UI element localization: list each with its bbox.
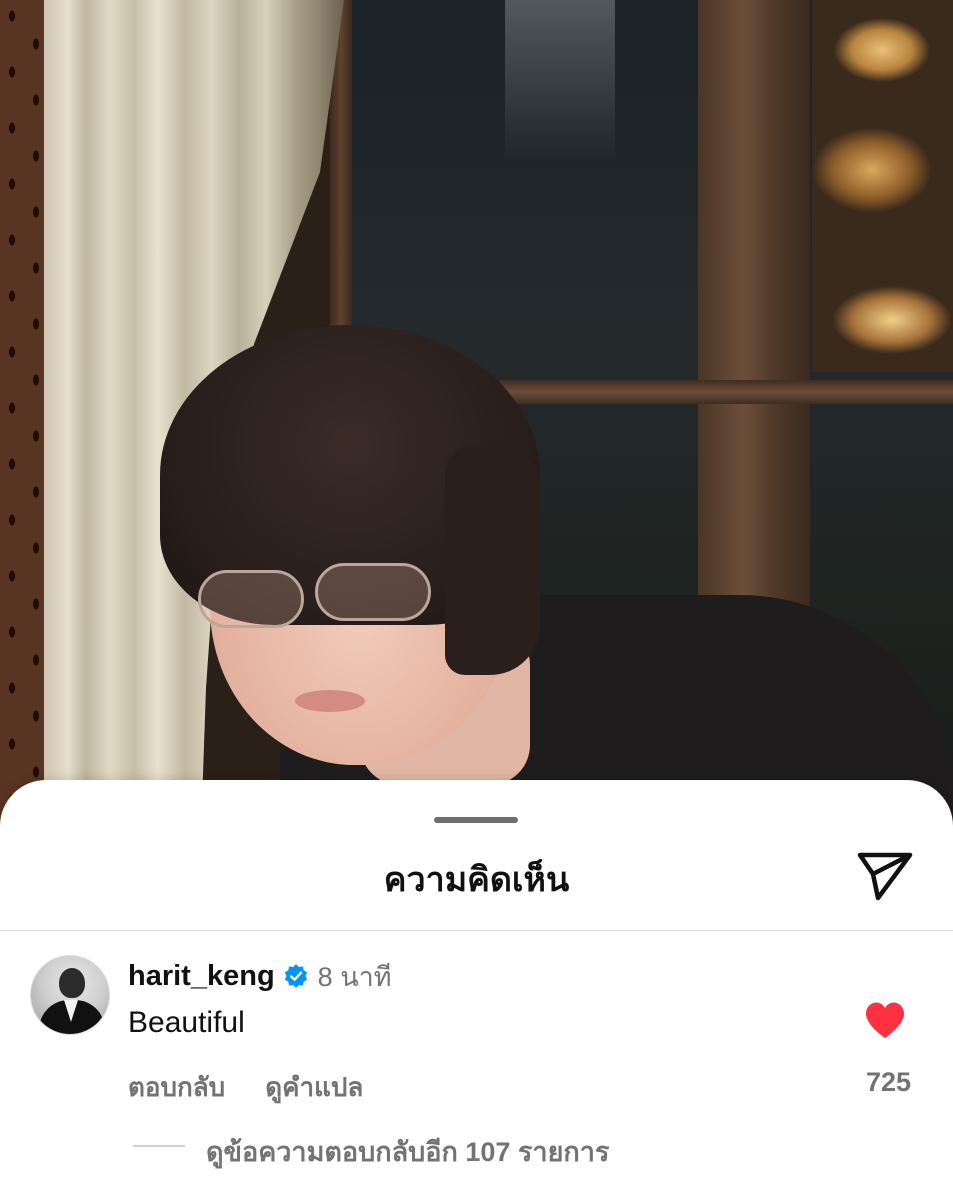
photo-glasses bbox=[315, 563, 431, 621]
like-count: 725 bbox=[865, 1067, 911, 1097]
comments-sheet: ความคิดเห็น harit_keng 8 นาที Beautiful … bbox=[0, 780, 953, 1200]
sheet-divider bbox=[0, 930, 953, 931]
comment-actions: ตอบกลับ ดูคำแปล bbox=[128, 1067, 363, 1108]
replies-divider bbox=[133, 1145, 185, 1147]
comment-text: Beautiful bbox=[128, 1006, 245, 1039]
heart-filled-icon bbox=[866, 1002, 904, 1038]
comments-screen: ความคิดเห็น harit_keng 8 นาที Beautiful … bbox=[0, 0, 953, 1200]
comment-header: harit_keng 8 นาที bbox=[128, 958, 392, 994]
like-button[interactable] bbox=[863, 1000, 907, 1040]
photo-building bbox=[505, 0, 615, 160]
sheet-title: ความคิดเห็น bbox=[383, 861, 570, 899]
avatar-head bbox=[59, 968, 85, 998]
post-photo bbox=[0, 0, 953, 860]
comment-timestamp: 8 นาที bbox=[317, 961, 392, 992]
photo-glasses bbox=[198, 570, 304, 628]
translate-button[interactable]: ดูคำแปล bbox=[265, 1067, 363, 1108]
view-replies-button[interactable]: ดูข้อความตอบกลับอีก 107 รายการ bbox=[206, 1130, 609, 1173]
reply-button[interactable]: ตอบกลับ bbox=[128, 1067, 225, 1108]
paper-plane-icon bbox=[857, 852, 913, 901]
photo-hair bbox=[445, 445, 540, 675]
photo-lips bbox=[295, 690, 365, 712]
comment-username[interactable]: harit_keng bbox=[128, 960, 275, 993]
verified-badge-icon bbox=[284, 964, 307, 988]
photo-lamp bbox=[812, 0, 953, 372]
share-button[interactable] bbox=[852, 846, 918, 906]
avatar[interactable] bbox=[30, 955, 110, 1035]
sheet-grabber[interactable] bbox=[434, 817, 518, 823]
